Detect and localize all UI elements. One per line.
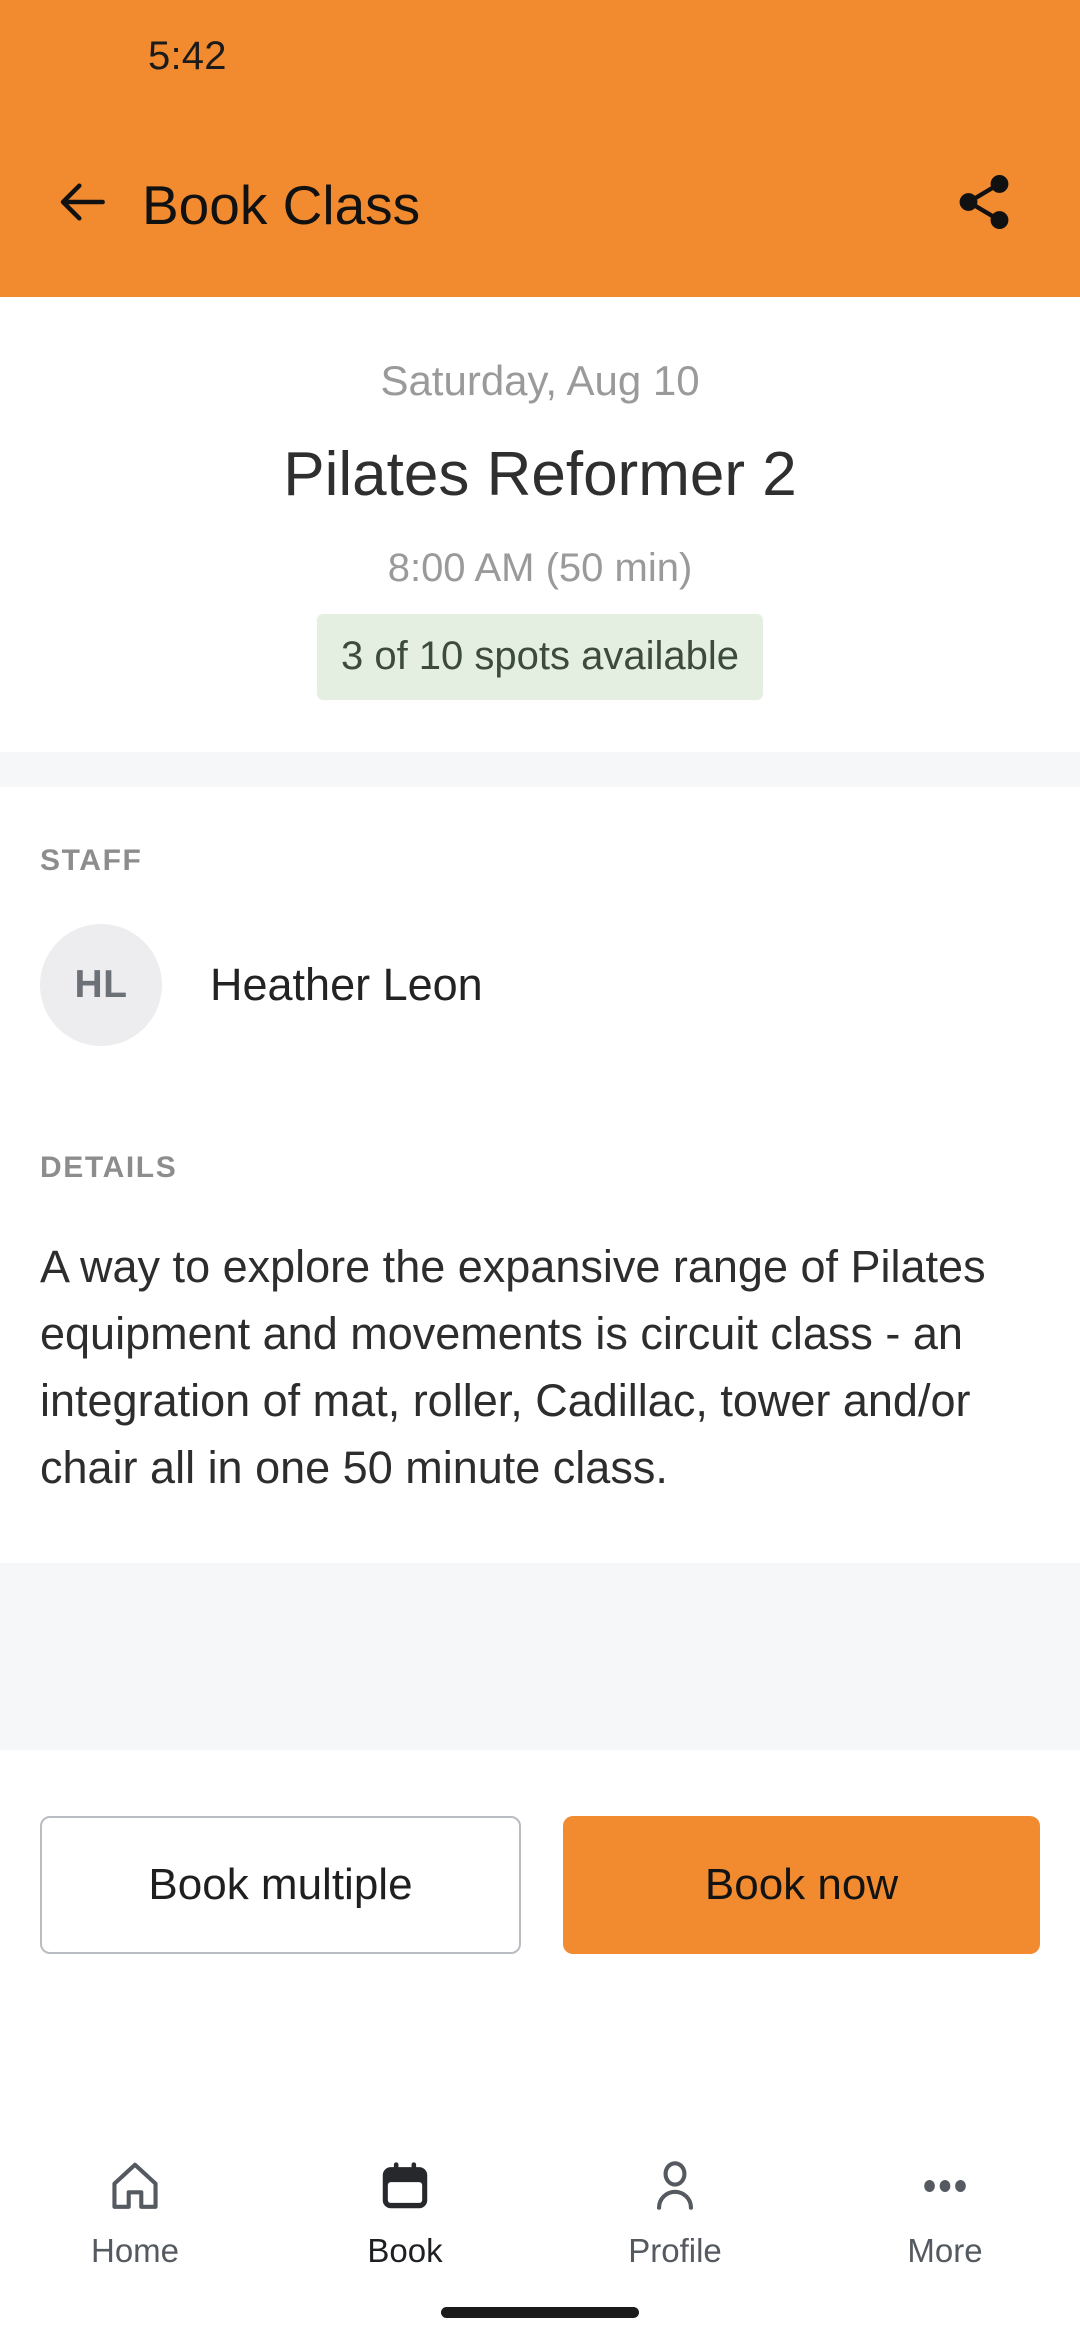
avatar-initials: HL — [74, 962, 128, 1006]
info-card: STAFF HL Heather Leon DETAILS A way to e… — [0, 786, 1080, 1564]
app-bar: Book Class — [0, 112, 1080, 297]
nav-label-more: More — [907, 2232, 983, 2269]
book-multiple-button[interactable]: Book multiple — [40, 1816, 521, 1955]
class-summary: Saturday, Aug 10 Pilates Reformer 2 8:00… — [0, 297, 1080, 752]
app-header: 5:42 Book Class — [0, 0, 1080, 297]
book-now-button[interactable]: Book now — [563, 1816, 1040, 1955]
share-icon — [953, 171, 1015, 238]
nav-label-home: Home — [90, 2232, 180, 2269]
nav-item-profile[interactable]: Profile — [540, 2152, 810, 2267]
class-date: Saturday, Aug 10 — [380, 357, 700, 404]
class-time: 8:00 AM (50 min) — [387, 545, 693, 590]
details-section-label: DETAILS — [40, 1150, 178, 1184]
ellipsis-icon — [916, 2152, 974, 2220]
bottom-navigation: Home Book Profile More — [0, 2130, 1080, 2340]
spots-badge-wrapper: 3 of 10 spots available — [40, 613, 1040, 700]
staff-name: Heather Leon — [210, 958, 483, 1010]
calendar-icon — [376, 2152, 434, 2220]
status-bar: 5:42 — [0, 0, 1080, 112]
status-badge: 3 of 10 spots available — [316, 613, 764, 700]
avatar: HL — [40, 923, 162, 1046]
staff-row[interactable]: HL Heather Leon — [40, 878, 1040, 1046]
page-title: Book Class — [142, 173, 421, 236]
share-button[interactable] — [944, 165, 1024, 245]
details-description: A way to explore the expansive range of … — [40, 1240, 986, 1494]
class-name: Pilates Reformer 2 — [283, 439, 797, 509]
status-bar-clock: 5:42 — [148, 33, 227, 78]
nav-item-home[interactable]: Home — [0, 2152, 270, 2267]
section-divider-bottom — [0, 1563, 1080, 1751]
action-bar: Book multiple Book now — [0, 1750, 1080, 1955]
nav-label-profile: Profile — [628, 2232, 722, 2269]
nav-item-book[interactable]: Book — [270, 2152, 540, 2267]
person-icon — [646, 2152, 704, 2220]
nav-label-book: Book — [367, 2232, 443, 2269]
arrow-left-icon — [56, 174, 112, 235]
home-icon — [106, 2152, 164, 2220]
home-indicator — [441, 2307, 639, 2318]
nav-item-more[interactable]: More — [810, 2152, 1080, 2267]
staff-section-label: STAFF — [40, 843, 143, 877]
section-divider-top — [0, 751, 1080, 787]
back-button[interactable] — [48, 169, 120, 241]
